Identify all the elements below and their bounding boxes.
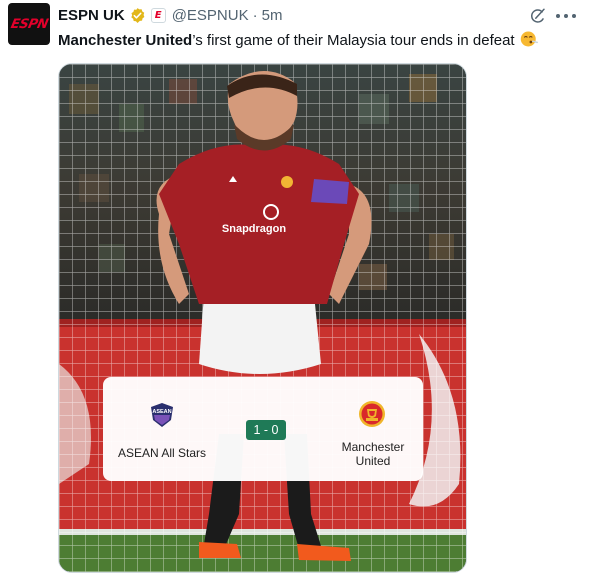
tweet-media[interactable]: Snapdragon ASEAN ASEAN All Stars 1 - 0 M…: [58, 63, 467, 573]
tweet-text-bold: Manchester United: [58, 32, 193, 49]
away-team-name: Manchester United: [328, 440, 418, 468]
affiliate-badge-icon[interactable]: E: [150, 7, 166, 23]
more-dot: [556, 14, 560, 18]
separator: ·: [252, 6, 258, 24]
away-team-name-line2: United: [355, 454, 391, 468]
score-card: ASEAN ASEAN All Stars 1 - 0 Manchester U…: [103, 377, 423, 481]
tweet-text: Manchester United’s first game of their …: [58, 30, 538, 51]
espn-logo: ESPN: [9, 16, 49, 32]
grok-icon[interactable]: [529, 7, 547, 25]
svg-text:Snapdragon: Snapdragon: [222, 223, 286, 235]
display-name[interactable]: ESPN UK: [58, 7, 125, 24]
exhaling-face-emoji-icon: [520, 31, 538, 47]
tweet-text-rest: ’s first game of their Malaysia tour end…: [192, 32, 515, 49]
tweet-header: ESPN UK E @ESPNUK · 5m: [58, 4, 282, 26]
away-team-name-line1: Manchester: [341, 440, 405, 454]
more-dot: [564, 14, 568, 18]
tweet: ESPN ESPN UK E @ESPNUK · 5m Manchester U…: [0, 0, 595, 576]
handle[interactable]: @ESPNUK: [172, 7, 249, 24]
match-photo: Snapdragon: [59, 64, 466, 572]
asean-logo-text: ASEAN: [152, 409, 171, 415]
verified-badge-icon: [131, 7, 145, 23]
manchester-united-logo: [359, 401, 385, 427]
match-score: 1 - 0: [246, 420, 286, 440]
home-team-name: ASEAN All Stars: [117, 446, 207, 460]
more-icon[interactable]: [556, 8, 576, 24]
timestamp[interactable]: 5m: [262, 7, 283, 24]
asean-all-stars-logo: ASEAN: [151, 403, 173, 427]
avatar[interactable]: ESPN: [8, 3, 50, 45]
affiliate-badge-letter: E: [154, 9, 162, 21]
more-dot: [572, 14, 576, 18]
